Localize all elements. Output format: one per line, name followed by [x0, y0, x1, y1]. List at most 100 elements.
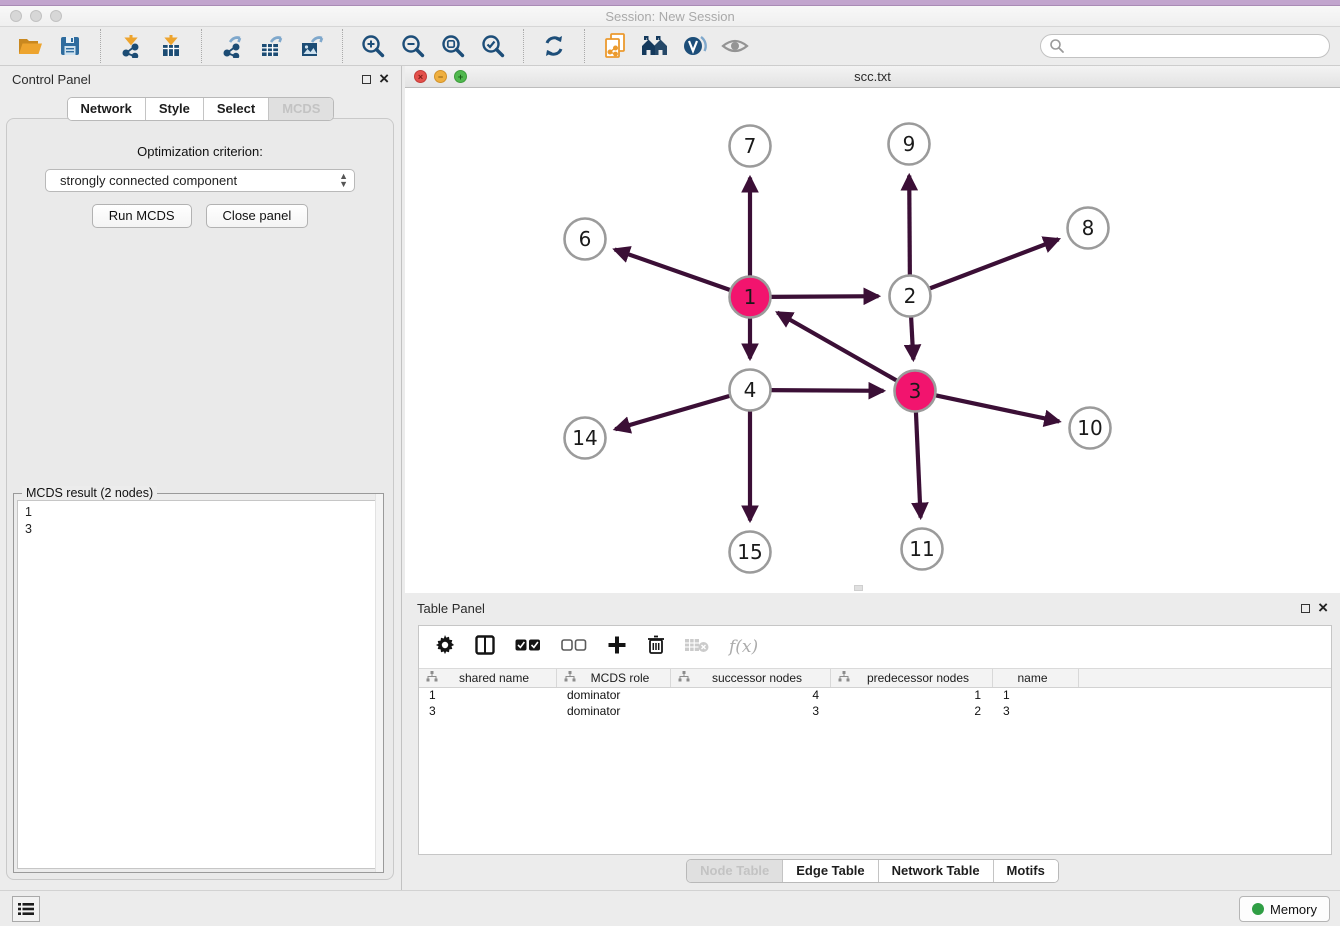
zoom-fit-icon[interactable]	[433, 29, 473, 63]
new-network-from-selection-icon[interactable]	[595, 29, 635, 63]
import-table-icon[interactable]	[151, 29, 191, 63]
edge-1-6[interactable]	[615, 249, 733, 290]
table-cell[interactable]: 3	[671, 704, 831, 720]
select-all-icon[interactable]	[515, 638, 541, 656]
tab-style[interactable]: Style	[146, 98, 204, 120]
table-cell[interactable]: 3	[993, 704, 1079, 720]
edge-4-3[interactable]	[768, 390, 883, 391]
column-layout-icon[interactable]	[475, 635, 495, 660]
node-10[interactable]: 10	[1070, 408, 1111, 449]
table-cell[interactable]: 1	[831, 688, 993, 704]
node-label: 9	[903, 132, 916, 156]
edge-2-3[interactable]	[911, 314, 913, 359]
table-row[interactable]: 3dominator323	[419, 704, 1331, 720]
network-window-titlebar[interactable]: × − + scc.txt	[405, 66, 1340, 88]
table-cell[interactable]: 2	[831, 704, 993, 720]
node-7[interactable]: 7	[730, 126, 771, 167]
memory-label: Memory	[1270, 902, 1317, 917]
table-cell[interactable]: dominator	[557, 704, 671, 720]
memory-button[interactable]: Memory	[1239, 896, 1330, 922]
delete-table-icon	[685, 637, 709, 658]
tab-network-table[interactable]: Network Table	[879, 860, 994, 882]
node-label: 10	[1077, 416, 1102, 440]
settings-icon[interactable]	[435, 635, 455, 660]
close-panel-icon[interactable]: ×	[1318, 603, 1328, 613]
tab-network[interactable]: Network	[68, 98, 146, 120]
run-mcds-button[interactable]: Run MCDS	[92, 204, 192, 228]
delete-icon[interactable]	[647, 635, 665, 660]
app-title: Session: New Session	[0, 9, 1340, 24]
edge-3-11[interactable]	[916, 409, 921, 517]
tab-node-table[interactable]: Node Table	[687, 860, 783, 882]
table-cell[interactable]: dominator	[557, 688, 671, 704]
optimization-criterion-label: Optimization criterion:	[7, 144, 393, 159]
column-header-name[interactable]: name	[993, 669, 1079, 687]
refresh-icon[interactable]	[534, 29, 574, 63]
edge-2-9[interactable]	[909, 175, 910, 277]
node-label: 3	[909, 379, 922, 403]
deselect-all-icon[interactable]	[561, 638, 587, 656]
tab-motifs[interactable]: Motifs	[994, 860, 1058, 882]
open-icon[interactable]	[10, 29, 50, 63]
table-cell[interactable]: 1	[993, 688, 1079, 704]
node-label: 11	[909, 537, 934, 561]
table-cell[interactable]: 1	[419, 688, 557, 704]
network-canvas[interactable]: 7 9 6 8 1 2 4 3 14 10 15 11	[405, 88, 1340, 593]
save-icon[interactable]	[50, 29, 90, 63]
table-row[interactable]: 1dominator411	[419, 688, 1331, 704]
zoom-selected-icon[interactable]	[473, 29, 513, 63]
table-cell[interactable]: 3	[419, 704, 557, 720]
node-table: f(x) shared nameMCDS rolesuccessor nodes…	[418, 625, 1332, 855]
export-image-icon[interactable]	[292, 29, 332, 63]
column-header-MCDS-role[interactable]: MCDS role	[557, 669, 671, 687]
scrollbar[interactable]	[375, 494, 383, 872]
show-details-icon[interactable]	[715, 29, 755, 63]
edge-3-10[interactable]	[933, 395, 1059, 422]
edge-4-14[interactable]	[615, 395, 732, 429]
node-1[interactable]: 1	[730, 277, 771, 318]
node-9[interactable]: 9	[889, 124, 930, 165]
column-header-shared-name[interactable]: shared name	[419, 669, 557, 687]
control-panel: Control Panel × NetworkStyleSelectMCDS O…	[0, 66, 402, 890]
node-3[interactable]: 3	[895, 371, 936, 412]
column-header-successor-nodes[interactable]: successor nodes	[671, 669, 831, 687]
export-table-icon[interactable]	[252, 29, 292, 63]
close-panel-button[interactable]: Close panel	[206, 204, 309, 228]
export-network-icon[interactable]	[212, 29, 252, 63]
node-8[interactable]: 8	[1068, 208, 1109, 249]
table-header-row[interactable]: shared nameMCDS rolesuccessor nodesprede…	[419, 668, 1331, 688]
import-network-icon[interactable]	[111, 29, 151, 63]
node-14[interactable]: 14	[565, 418, 606, 459]
optimization-criterion-select[interactable]: strongly connected component ▲▼	[45, 169, 355, 192]
node-6[interactable]: 6	[565, 219, 606, 260]
node-2[interactable]: 2	[890, 276, 931, 317]
style-icon[interactable]	[675, 29, 715, 63]
table-cell[interactable]: 4	[671, 688, 831, 704]
column-header-predecessor-nodes[interactable]: predecessor nodes	[831, 669, 993, 687]
task-history-button[interactable]	[12, 896, 40, 922]
table-toolbar: f(x)	[419, 626, 1331, 668]
splitter-grip[interactable]	[854, 585, 863, 591]
zoom-in-icon[interactable]	[353, 29, 393, 63]
mcds-result-text[interactable]: 13	[17, 500, 380, 869]
tab-mcds[interactable]: MCDS	[269, 98, 333, 120]
tab-select[interactable]: Select	[204, 98, 269, 120]
add-icon[interactable]	[607, 635, 627, 660]
zoom-out-icon[interactable]	[393, 29, 433, 63]
float-panel-icon[interactable]	[362, 75, 371, 84]
node-15[interactable]: 15	[730, 532, 771, 573]
edge-3-1[interactable]	[777, 313, 899, 382]
tab-edge-table[interactable]: Edge Table	[783, 860, 878, 882]
table-panel: Table Panel ×	[405, 595, 1340, 890]
apply-layout-icon[interactable]	[635, 29, 675, 63]
node-11[interactable]: 11	[902, 529, 943, 570]
optimization-criterion-value: strongly connected component	[60, 173, 237, 188]
float-panel-icon[interactable]	[1301, 604, 1310, 613]
edge-1-2[interactable]	[768, 296, 878, 297]
table-body: 1dominator4113dominator323	[419, 688, 1331, 720]
node-4[interactable]: 4	[730, 370, 771, 411]
edge-2-8[interactable]	[927, 239, 1058, 289]
attribute-type-icon	[426, 671, 438, 685]
close-panel-icon[interactable]: ×	[379, 74, 389, 84]
search-input[interactable]	[1040, 34, 1330, 58]
